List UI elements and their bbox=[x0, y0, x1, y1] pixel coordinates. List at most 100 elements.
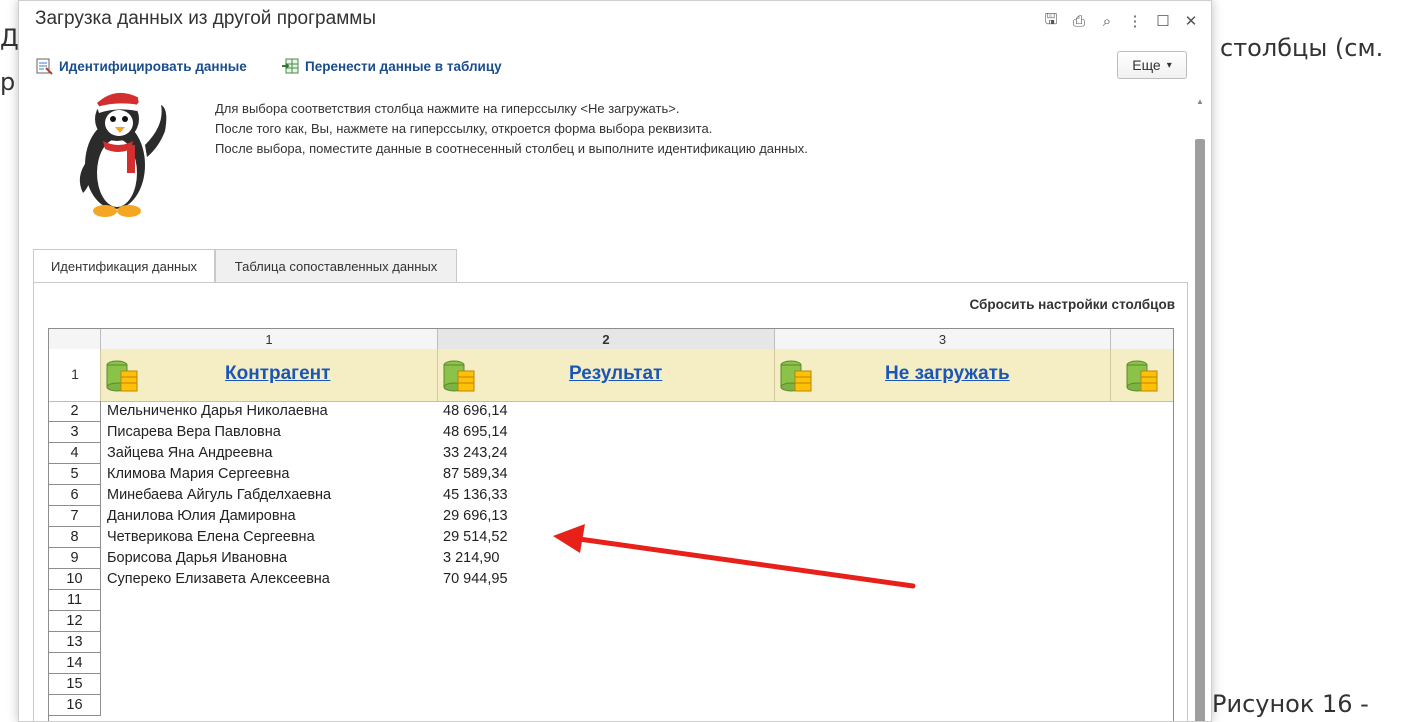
column-mapping-row: 1 Контрагент Результат Не загружать bbox=[49, 349, 1173, 402]
transfer-data-label: Перенести данные в таблицу bbox=[305, 58, 502, 74]
figure-caption: Рисунок 16 - bbox=[1212, 690, 1369, 718]
transfer-data-button[interactable]: Перенести данные в таблицу bbox=[281, 57, 502, 75]
title-bar: Загрузка данных из другой программы 🖫 ⎙ … bbox=[19, 1, 1211, 41]
table-row[interactable]: 4 Зайцева Яна Андреевна 33 243,24 bbox=[49, 443, 1173, 464]
table-row[interactable]: 11 bbox=[49, 590, 1173, 611]
result-cell[interactable]: 3 214,90 bbox=[443, 548, 499, 569]
contractor-cell[interactable]: Писарева Вера Павловна bbox=[107, 422, 281, 443]
mapping-cell[interactable]: Не загружать bbox=[775, 349, 1111, 401]
result-cell[interactable]: 29 696,13 bbox=[443, 506, 508, 527]
identify-data-button[interactable]: Идентифицировать данные bbox=[35, 57, 247, 75]
identify-data-label: Идентифицировать данные bbox=[59, 58, 247, 74]
table-row[interactable]: 9 Борисова Дарья Ивановна 3 214,90 bbox=[49, 548, 1173, 569]
contractor-cell[interactable]: Данилова Юлия Дамировна bbox=[107, 506, 296, 527]
row-number: 16 bbox=[49, 695, 101, 716]
instructions-text: Для выбора соответствия столбца нажмите … bbox=[215, 99, 808, 159]
instruction-line: Для выбора соответствия столбца нажмите … bbox=[215, 101, 680, 116]
row-number: 10 bbox=[49, 569, 101, 590]
table-row[interactable]: 13 bbox=[49, 632, 1173, 653]
command-bar: Идентифицировать данные Перенести данные… bbox=[19, 49, 1211, 85]
table-row[interactable]: 5 Климова Мария Сергеевна 87 589,34 bbox=[49, 464, 1173, 485]
column-number-row: 1 2 3 bbox=[49, 329, 1173, 350]
table-row[interactable]: 12 bbox=[49, 611, 1173, 632]
table-row[interactable]: 6 Минебаева Айгуль Габделхаевна 45 136,33 bbox=[49, 485, 1173, 506]
table-row[interactable]: 3 Писарева Вера Павловна 48 695,14 bbox=[49, 422, 1173, 443]
result-cell[interactable]: 70 944,95 bbox=[443, 569, 508, 590]
instruction-line: После того как, Вы, нажмете на гиперссыл… bbox=[215, 121, 713, 136]
background-text-fragment: Д bbox=[0, 24, 19, 52]
contractor-cell[interactable]: Четверикова Елена Сергеевна bbox=[107, 527, 315, 548]
database-icon bbox=[1126, 360, 1158, 392]
more-vert-icon[interactable]: ⋮ bbox=[1121, 7, 1149, 35]
table-row[interactable]: 10 Супереко Елизавета Алексеевна 70 944,95 bbox=[49, 569, 1173, 590]
contractor-cell[interactable]: Мельниченко Дарья Николаевна bbox=[107, 401, 328, 422]
result-cell[interactable]: 45 136,33 bbox=[443, 485, 508, 506]
contractor-cell[interactable]: Климова Мария Сергеевна bbox=[107, 464, 290, 485]
save-icon[interactable]: 🖫 bbox=[1037, 7, 1065, 35]
contractor-cell[interactable]: Борисова Дарья Ивановна bbox=[107, 548, 287, 569]
more-button[interactable]: Еще ▾ bbox=[1117, 51, 1187, 79]
contractor-cell[interactable]: Минебаева Айгуль Габделхаевна bbox=[107, 485, 331, 506]
row-number: 8 bbox=[49, 527, 101, 548]
column-link-contractor[interactable]: Контрагент bbox=[225, 363, 330, 385]
table-row[interactable]: 2 Мельниченко Дарья Николаевна 48 696,14 bbox=[49, 401, 1173, 422]
row-number: 9 bbox=[49, 548, 101, 569]
row-number: 1 bbox=[71, 366, 79, 382]
identify-icon bbox=[36, 58, 53, 75]
vertical-scrollbar[interactable]: ▲ bbox=[1195, 97, 1205, 721]
tab-matched-table[interactable]: Таблица сопоставленных данных bbox=[215, 249, 457, 283]
row-number: 3 bbox=[49, 422, 101, 443]
mapping-cell[interactable]: Контрагент bbox=[101, 349, 438, 401]
dialog-window: Загрузка данных из другой программы 🖫 ⎙ … bbox=[18, 0, 1212, 722]
preview-icon[interactable]: ⌕ bbox=[1093, 7, 1121, 35]
instruction-line: После выбора, поместите данные в соотнес… bbox=[215, 141, 808, 156]
database-icon bbox=[780, 360, 812, 392]
database-icon bbox=[443, 360, 475, 392]
result-cell[interactable]: 33 243,24 bbox=[443, 443, 508, 464]
table-row[interactable]: 16 bbox=[49, 695, 1173, 716]
database-icon bbox=[106, 360, 138, 392]
maximize-icon[interactable]: ☐ bbox=[1149, 7, 1177, 35]
window-title: Загрузка данных из другой программы bbox=[35, 8, 376, 29]
column-number[interactable]: 2 bbox=[438, 329, 775, 349]
contractor-cell[interactable]: Супереко Елизавета Алексеевна bbox=[107, 569, 330, 590]
background-text-fragment: р bbox=[0, 68, 16, 96]
data-grid: 1 2 3 1 Контрагент Результат Не загружат… bbox=[48, 328, 1174, 721]
row-number: 4 bbox=[49, 443, 101, 464]
more-label: Еще bbox=[1132, 57, 1161, 73]
contractor-cell[interactable]: Зайцева Яна Андреевна bbox=[107, 443, 272, 464]
close-icon[interactable]: ✕ bbox=[1177, 7, 1205, 35]
row-number: 2 bbox=[49, 401, 101, 422]
row-number-cell: 1 bbox=[49, 349, 101, 401]
penguin-mascot-icon bbox=[79, 92, 167, 217]
row-number: 14 bbox=[49, 653, 101, 674]
table-row[interactable]: 14 bbox=[49, 653, 1173, 674]
print-icon[interactable]: ⎙ bbox=[1065, 7, 1093, 35]
row-number: 6 bbox=[49, 485, 101, 506]
result-cell[interactable]: 87 589,34 bbox=[443, 464, 508, 485]
result-cell[interactable]: 48 695,14 bbox=[443, 422, 508, 443]
result-cell[interactable]: 29 514,52 bbox=[443, 527, 508, 548]
mapping-cell[interactable] bbox=[1111, 349, 1173, 401]
tab-identification[interactable]: Идентификация данных bbox=[33, 249, 215, 283]
mapping-cell[interactable]: Результат bbox=[438, 349, 775, 401]
chevron-down-icon: ▾ bbox=[1166, 59, 1172, 71]
column-number[interactable]: 3 bbox=[775, 329, 1111, 349]
title-bar-icons: 🖫 ⎙ ⌕ ⋮ ☐ ✕ bbox=[1037, 7, 1205, 35]
table-row[interactable]: 7 Данилова Юлия Дамировна 29 696,13 bbox=[49, 506, 1173, 527]
reset-columns-link[interactable]: Сбросить настройки столбцов bbox=[969, 297, 1175, 312]
column-link-skip[interactable]: Не загружать bbox=[885, 363, 1010, 385]
row-number: 5 bbox=[49, 464, 101, 485]
column-link-result[interactable]: Результат bbox=[569, 363, 662, 385]
table-row[interactable]: 15 bbox=[49, 674, 1173, 695]
row-number: 15 bbox=[49, 674, 101, 695]
table-row[interactable]: 8 Четверикова Елена Сергеевна 29 514,52 bbox=[49, 527, 1173, 548]
tab-panel: Сбросить настройки столбцов 1 2 3 1 Конт… bbox=[33, 282, 1188, 721]
tab-label: Таблица сопоставленных данных bbox=[234, 258, 438, 274]
corner-cell bbox=[49, 329, 101, 349]
column-number[interactable]: 1 bbox=[101, 329, 438, 349]
result-cell[interactable]: 48 696,14 bbox=[443, 401, 508, 422]
scroll-up-icon[interactable]: ▲ bbox=[1195, 97, 1205, 109]
scrollbar-thumb[interactable] bbox=[1195, 139, 1205, 721]
row-number: 11 bbox=[49, 590, 101, 611]
